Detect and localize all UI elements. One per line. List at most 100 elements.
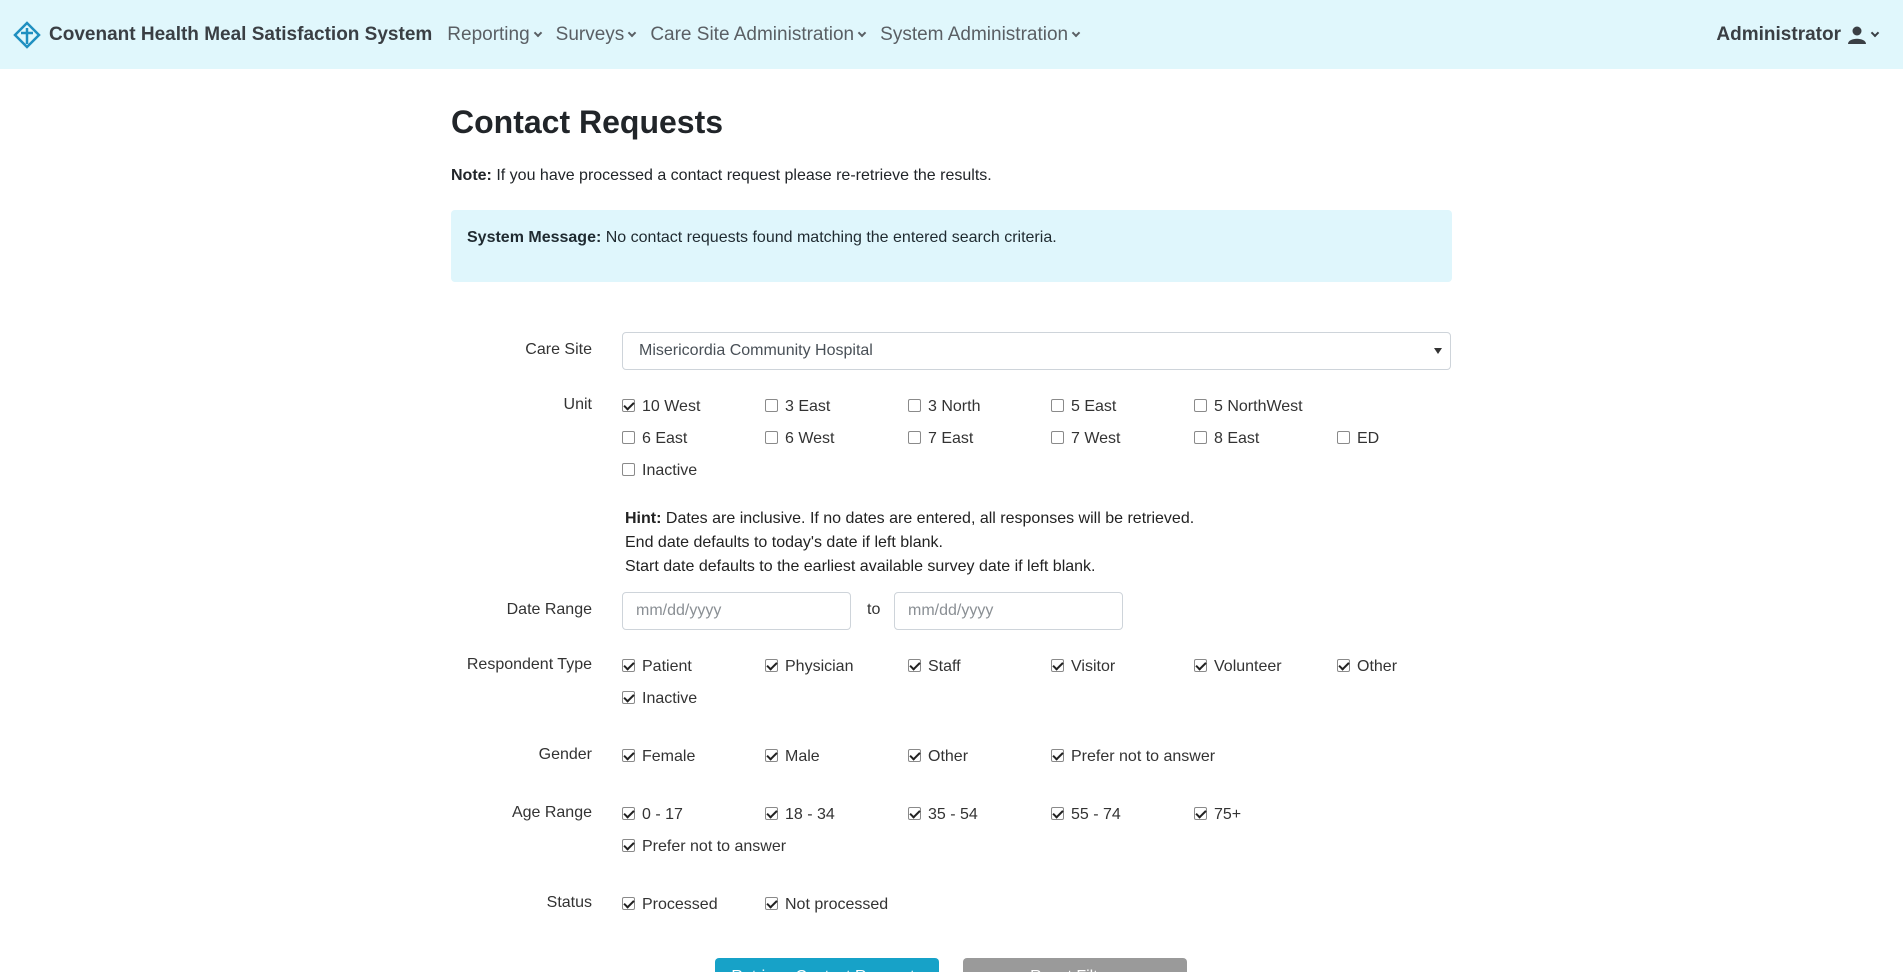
unit-option-label: 6 East <box>642 430 688 447</box>
unit-option[interactable]: Inactive <box>622 460 765 482</box>
cross-diamond-logo-icon <box>13 20 41 49</box>
unit-option[interactable]: 7 West <box>1051 428 1194 450</box>
unit-option-label: 10 West <box>642 398 701 415</box>
respondent-option[interactable]: Volunteer <box>1194 656 1337 678</box>
unit-option[interactable]: 3 East <box>765 396 908 418</box>
care-site-select[interactable]: Misericordia Community Hospital <box>622 332 1451 370</box>
checkbox[interactable] <box>908 748 921 762</box>
checkbox[interactable] <box>1337 430 1350 444</box>
date-to-label: to <box>867 601 881 618</box>
checkbox[interactable] <box>908 658 921 672</box>
user-name: Administrator <box>1716 23 1841 45</box>
unit-option[interactable]: ED <box>1337 428 1480 450</box>
unit-option[interactable]: 10 West <box>622 396 765 418</box>
respondent-option[interactable]: Staff <box>908 656 1051 678</box>
checkbox[interactable] <box>908 806 921 820</box>
checkbox[interactable] <box>765 748 778 762</box>
gender-option[interactable]: Female <box>622 746 765 768</box>
checkbox[interactable] <box>1051 398 1064 412</box>
age-option[interactable]: 55 - 74 <box>1051 804 1194 826</box>
end-date-input[interactable]: mm/dd/yyyy <box>894 592 1123 630</box>
age-option[interactable]: 18 - 34 <box>765 804 908 826</box>
respondent-option-label: Visitor <box>1071 658 1116 675</box>
unit-option-label: 3 North <box>928 398 981 415</box>
unit-option-label: 7 East <box>928 430 974 447</box>
gender-option[interactable]: Prefer not to answer <box>1051 746 1311 768</box>
checkbox[interactable] <box>765 398 778 412</box>
checkbox[interactable] <box>1337 658 1350 672</box>
start-date-input[interactable]: mm/dd/yyyy <box>622 592 851 630</box>
age-range-label: Age Range <box>511 804 592 821</box>
checkbox[interactable] <box>1194 430 1207 444</box>
brand-title: Covenant Health Meal Satisfaction System <box>49 23 433 45</box>
age-option[interactable]: 75+ <box>1194 804 1337 826</box>
age-option[interactable]: 35 - 54 <box>908 804 1051 826</box>
retrieve-contact-requests-button[interactable]: Retrieve Contact Requests <box>715 958 939 972</box>
checkbox[interactable] <box>622 658 635 672</box>
age-option-label: 75+ <box>1214 806 1242 823</box>
respondent-option[interactable]: Other <box>1337 656 1480 678</box>
respondent-option[interactable]: Inactive <box>622 688 765 710</box>
checkbox[interactable] <box>765 806 778 820</box>
checkbox[interactable] <box>1194 658 1207 672</box>
status-option[interactable]: Not processed <box>765 894 965 916</box>
unit-option[interactable]: 5 East <box>1051 396 1194 418</box>
gender-option-label: Prefer not to answer <box>1071 748 1216 765</box>
unit-label: Unit <box>563 396 592 413</box>
date-range-label: Date Range <box>506 601 592 618</box>
respondent-option-label: Other <box>1357 658 1398 675</box>
respondent-option-label: Physician <box>785 658 854 675</box>
checkbox[interactable] <box>1051 748 1064 762</box>
checkbox[interactable] <box>622 748 635 762</box>
status-option[interactable]: Processed <box>622 894 765 916</box>
checkbox[interactable] <box>622 398 635 412</box>
checkbox[interactable] <box>1194 398 1207 412</box>
checkbox[interactable] <box>908 430 921 444</box>
unit-option[interactable]: 7 East <box>908 428 1051 450</box>
checkbox[interactable] <box>765 896 778 910</box>
unit-option[interactable]: 3 North <box>908 396 1051 418</box>
gender-option[interactable]: Male <box>765 746 908 768</box>
user-menu[interactable]: Administrator <box>1716 0 1880 69</box>
care-site-label: Care Site <box>525 341 592 358</box>
age-option[interactable]: 0 - 17 <box>622 804 765 826</box>
age-option[interactable]: Prefer not to answer <box>622 836 882 858</box>
chevron-down-icon <box>1870 28 1880 37</box>
unit-option-label: Inactive <box>642 462 698 479</box>
checkbox[interactable] <box>622 896 635 910</box>
checkbox[interactable] <box>622 430 635 444</box>
gender-option-label: Other <box>928 748 969 765</box>
hint-line-2: End date defaults to today's date if lef… <box>625 534 943 551</box>
respondent-option[interactable]: Patient <box>622 656 765 678</box>
unit-option[interactable]: 8 East <box>1194 428 1337 450</box>
reset-filters-button[interactable]: Reset Filters <box>963 958 1187 972</box>
age-option-label: 18 - 34 <box>785 806 835 823</box>
hint-line-1-text: Dates are inclusive. If no dates are ent… <box>661 510 1195 527</box>
checkbox[interactable] <box>1051 806 1064 820</box>
unit-option-label: 6 West <box>785 430 835 447</box>
respondent-option-label: Inactive <box>642 690 698 707</box>
checkbox[interactable] <box>622 806 635 820</box>
brand[interactable]: Covenant Health Meal Satisfaction System <box>13 20 433 49</box>
checkbox[interactable] <box>622 838 635 852</box>
hint-label: Hint: <box>625 510 662 527</box>
hint-line-3: Start date defaults to the earliest avai… <box>625 558 1096 575</box>
unit-option[interactable]: 6 West <box>765 428 908 450</box>
checkbox[interactable] <box>622 462 635 476</box>
checkbox[interactable] <box>1194 806 1207 820</box>
checkbox[interactable] <box>765 430 778 444</box>
checkbox[interactable] <box>622 690 635 704</box>
unit-option[interactable]: 5 NorthWest <box>1194 396 1337 418</box>
unit-option-label: 3 East <box>785 398 831 415</box>
checkbox[interactable] <box>765 658 778 672</box>
status-option-label: Processed <box>642 896 718 913</box>
respondent-option-label: Patient <box>642 658 692 675</box>
checkbox[interactable] <box>1051 430 1064 444</box>
gender-option[interactable]: Other <box>908 746 1051 768</box>
checkbox[interactable] <box>908 398 921 412</box>
unit-option[interactable]: 6 East <box>622 428 765 450</box>
respondent-option[interactable]: Visitor <box>1051 656 1194 678</box>
checkbox[interactable] <box>1051 658 1064 672</box>
respondent-option[interactable]: Physician <box>765 656 908 678</box>
gender-option-label: Male <box>785 748 820 765</box>
